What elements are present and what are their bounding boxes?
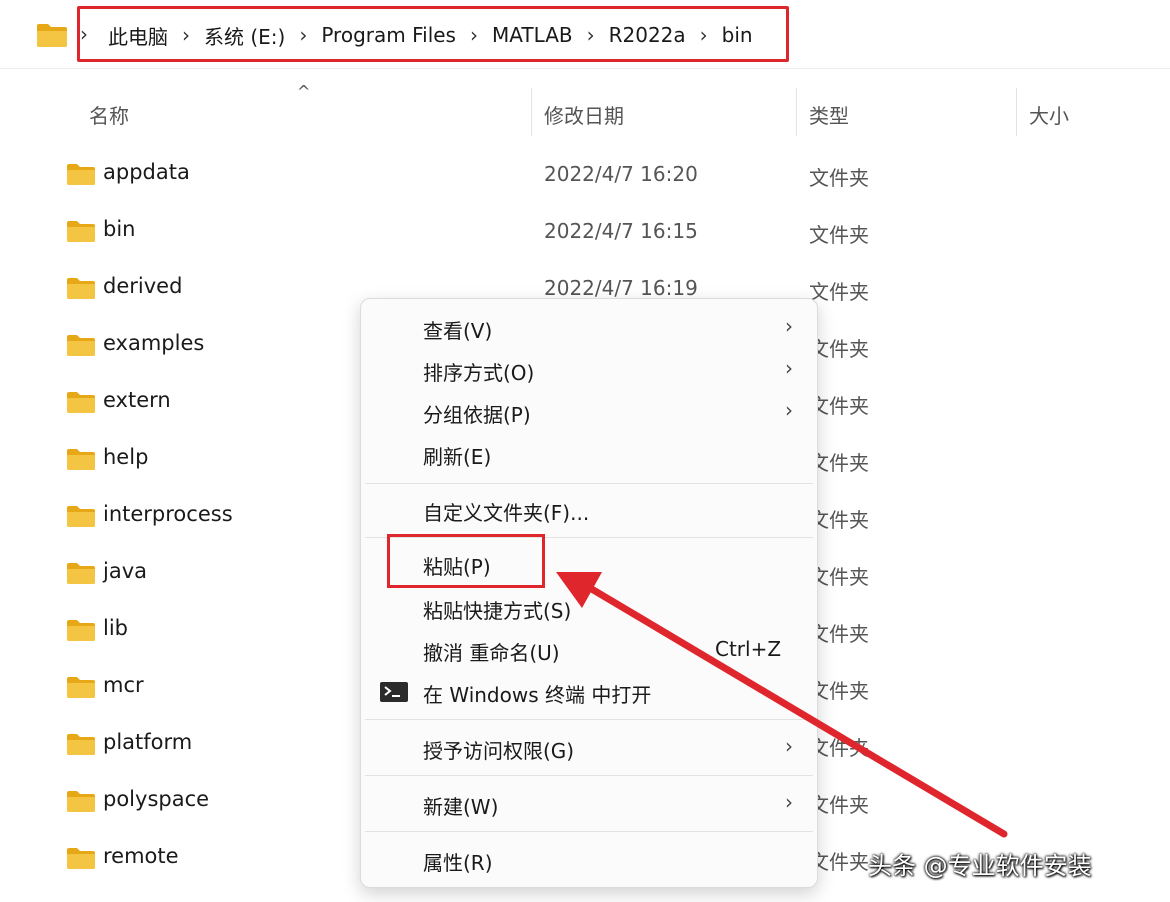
menu-separator — [365, 775, 813, 776]
folder-icon — [67, 563, 95, 584]
menu-item-label: 自定义文件夹(F)... — [423, 501, 590, 525]
file-name: polyspace — [103, 787, 210, 811]
file-name: platform — [103, 730, 193, 754]
chevron-right-icon: › — [785, 356, 793, 380]
file-type: 文件夹 — [809, 508, 869, 532]
folder-icon — [67, 734, 95, 755]
file-date: 2022/4/7 16:19 — [544, 276, 698, 300]
menu-item-customize-folder[interactable]: 自定义文件夹(F)... — [361, 489, 817, 531]
file-type: 文件夹 — [809, 280, 869, 304]
file-type: 文件夹 — [809, 166, 869, 190]
menu-item-label: 撤消 重命名(U) — [423, 641, 560, 665]
chevron-right-icon: › — [785, 734, 793, 758]
terminal-icon — [380, 682, 408, 702]
file-name: java — [103, 559, 147, 583]
file-name: help — [103, 445, 149, 469]
file-name: extern — [103, 388, 171, 412]
folder-icon — [67, 791, 95, 812]
sort-ascending-icon[interactable]: ^ — [297, 82, 310, 101]
folder-icon — [67, 221, 95, 242]
file-type: 文件夹 — [809, 337, 869, 361]
menu-item-open-terminal[interactable]: 在 Windows 终端 中打开 — [361, 671, 817, 713]
file-type: 文件夹 — [809, 679, 869, 703]
menu-item-label: 新建(W) — [423, 795, 499, 819]
menu-separator — [365, 719, 813, 720]
file-type: 文件夹 — [809, 223, 869, 247]
folder-icon — [67, 620, 95, 641]
menu-item-group-by[interactable]: 分组依据(P) › — [361, 391, 817, 433]
menu-item-grant-access[interactable]: 授予访问权限(G) › — [361, 727, 817, 769]
column-type[interactable]: 类型 — [809, 100, 849, 129]
chevron-right-icon: › — [785, 314, 793, 338]
menu-item-refresh[interactable]: 刷新(E) — [361, 433, 817, 475]
column-divider[interactable] — [1016, 88, 1017, 136]
file-row[interactable]: appdata 2022/4/7 16:20 文件夹 — [0, 146, 1170, 203]
file-name: bin — [103, 217, 136, 241]
file-name: remote — [103, 844, 179, 868]
menu-item-shortcut: Ctrl+Z — [715, 637, 782, 661]
menu-item-label: 排序方式(O) — [423, 361, 535, 385]
column-divider[interactable] — [531, 88, 532, 136]
file-type: 文件夹 — [809, 622, 869, 646]
folder-icon — [67, 677, 95, 698]
file-date: 2022/4/7 16:20 — [544, 162, 698, 186]
file-date: 2022/4/7 16:15 — [544, 219, 698, 243]
menu-item-label: 授予访问权限(G) — [423, 739, 575, 763]
address-highlight-box — [77, 6, 789, 62]
file-type: 文件夹 — [809, 850, 869, 874]
menu-separator — [365, 831, 813, 832]
menu-item-sort-by[interactable]: 排序方式(O) › — [361, 349, 817, 391]
context-menu: 查看(V) › 排序方式(O) › 分组依据(P) › 刷新(E) 自定义文件夹… — [360, 298, 818, 888]
menu-item-paste-shortcut[interactable]: 粘贴快捷方式(S) — [361, 587, 817, 629]
folder-icon — [67, 392, 95, 413]
chevron-right-icon: › — [785, 790, 793, 814]
file-name: appdata — [103, 160, 190, 184]
watermark-text: 头条 @专业软件安装 — [868, 852, 1092, 880]
menu-item-undo-rename[interactable]: 撤消 重命名(U) Ctrl+Z — [361, 629, 817, 671]
file-name: interprocess — [103, 502, 233, 526]
folder-icon — [37, 24, 67, 47]
column-modified[interactable]: 修改日期 — [544, 100, 624, 129]
file-type: 文件夹 — [809, 451, 869, 475]
folder-icon — [67, 506, 95, 527]
menu-item-label: 粘贴快捷方式(S) — [423, 599, 572, 623]
file-name: examples — [103, 331, 205, 355]
address-bar[interactable]: › 此电脑 › 系统 (E:) › Program Files › MATLAB… — [0, 0, 1170, 69]
menu-item-properties[interactable]: 属性(R) — [361, 839, 817, 881]
file-type: 文件夹 — [809, 394, 869, 418]
file-name: derived — [103, 274, 183, 298]
file-name: lib — [103, 616, 128, 640]
file-type: 文件夹 — [809, 565, 869, 589]
column-name[interactable]: 名称 — [89, 100, 129, 129]
file-type: 文件夹 — [809, 793, 869, 817]
file-type: 文件夹 — [809, 736, 869, 760]
column-divider[interactable] — [796, 88, 797, 136]
menu-item-view[interactable]: 查看(V) › — [361, 307, 817, 349]
menu-item-label: 分组依据(P) — [423, 403, 531, 427]
column-size[interactable]: 大小 — [1029, 100, 1069, 129]
menu-item-label: 属性(R) — [423, 851, 493, 875]
column-header: ^ 名称 修改日期 类型 大小 — [0, 82, 1170, 142]
menu-item-label: 刷新(E) — [423, 445, 492, 469]
folder-icon — [67, 164, 95, 185]
paste-highlight-box — [387, 534, 545, 588]
file-row[interactable]: bin 2022/4/7 16:15 文件夹 — [0, 203, 1170, 260]
menu-item-label: 在 Windows 终端 中打开 — [423, 683, 652, 707]
folder-icon — [67, 278, 95, 299]
folder-icon — [67, 335, 95, 356]
folder-icon — [67, 848, 95, 869]
folder-icon — [67, 449, 95, 470]
menu-item-new[interactable]: 新建(W) › — [361, 783, 817, 825]
chevron-right-icon: › — [785, 398, 793, 422]
menu-separator — [365, 483, 813, 484]
menu-item-label: 查看(V) — [423, 319, 493, 343]
file-name: mcr — [103, 673, 144, 697]
